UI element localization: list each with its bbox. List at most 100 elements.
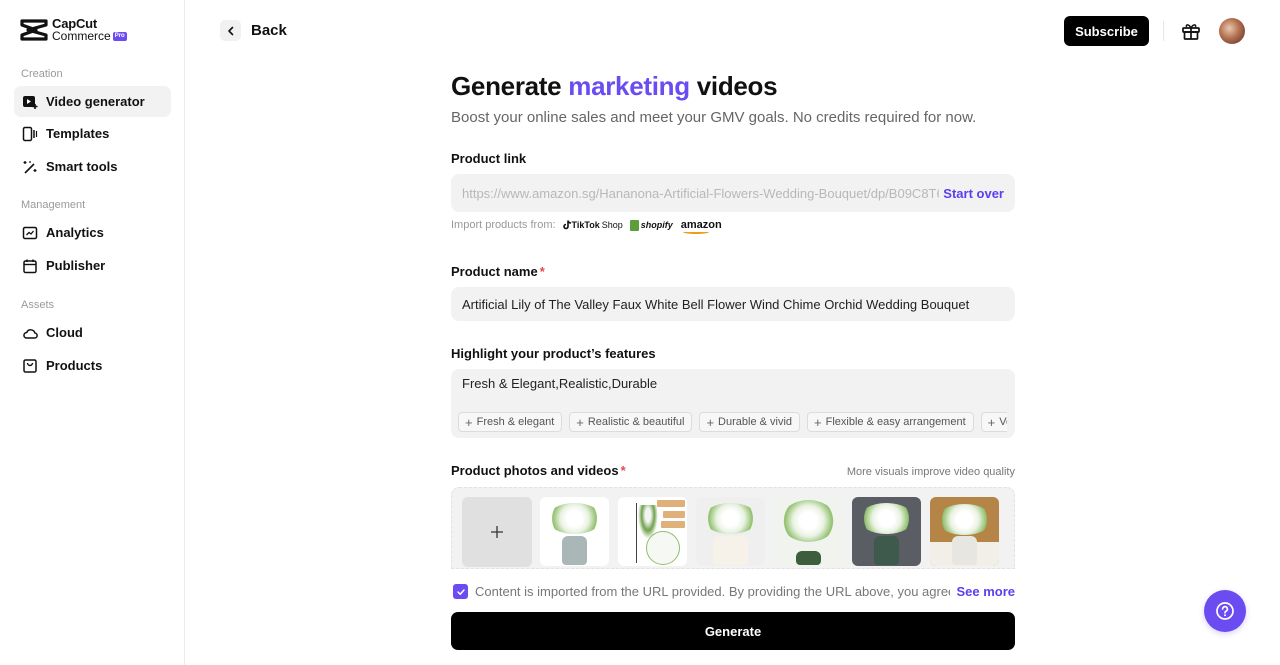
shopify-bag-icon xyxy=(629,219,639,231)
cloud-icon xyxy=(22,325,38,341)
consent-row: Content is imported from the URL provide… xyxy=(451,584,1015,599)
feature-chip[interactable]: + Fresh & elegant xyxy=(458,412,563,432)
analytics-icon xyxy=(22,225,38,241)
title-suffix: videos xyxy=(689,71,778,101)
title-accent: marketing xyxy=(568,71,690,101)
logo[interactable]: CapCut Commerce Pro xyxy=(20,17,127,42)
tiktok-shop-label: Shop xyxy=(601,220,623,230)
chip-label: Flexible & easy arrangement xyxy=(825,416,966,428)
feature-chip[interactable]: + Durable & vivid xyxy=(699,412,801,432)
logo-subtitle: Commerce Pro xyxy=(52,30,127,42)
product-link-value[interactable]: https://www.amazon.sg/Hananona-Artificia… xyxy=(462,186,939,201)
shopify-logo[interactable]: shopify xyxy=(629,219,673,231)
capcut-logo-icon xyxy=(20,19,48,41)
sidebar-item-label: Templates xyxy=(46,126,110,141)
page-title: Generate marketing videos xyxy=(451,71,778,102)
consent-checkbox[interactable] xyxy=(453,584,468,599)
product-name-input[interactable]: Artificial Lily of The Valley Faux White… xyxy=(451,287,1015,321)
import-sources: Import products from: TikTok Shop shopify… xyxy=(451,219,722,234)
chevron-left-icon xyxy=(227,26,233,35)
sidebar-item-label: Products xyxy=(46,358,103,373)
chip-label: Durable & vivid xyxy=(718,416,793,428)
stem-graphic xyxy=(636,503,637,563)
video-plus-icon xyxy=(22,94,38,110)
sidebar-item-templates[interactable]: Templates xyxy=(14,118,171,149)
vase-graphic xyxy=(796,550,821,565)
media-thumbnail[interactable] xyxy=(540,497,609,566)
logo-commerce: Commerce xyxy=(52,29,111,43)
page-subtitle: Boost your online sales and meet your GM… xyxy=(451,109,977,126)
section-label-management: Management xyxy=(21,199,86,211)
sidebar-item-video-generator[interactable]: Video generator xyxy=(14,86,171,117)
gift-icon[interactable] xyxy=(1181,21,1201,41)
logo-text: CapCut Commerce Pro xyxy=(52,17,127,42)
plus-icon: + xyxy=(465,414,473,430)
checkmark-icon xyxy=(456,588,465,595)
vase-graphic xyxy=(874,535,899,565)
sidebar-item-cloud[interactable]: Cloud xyxy=(14,317,171,348)
flowers-graphic xyxy=(858,502,915,534)
pro-badge: Pro xyxy=(112,31,127,41)
feature-chip[interactable]: + Flexible & easy arrangement xyxy=(807,412,974,432)
vase-graphic xyxy=(952,535,977,565)
sidebar-item-label: Smart tools xyxy=(46,159,118,174)
sidebar-item-publisher[interactable]: Publisher xyxy=(14,250,171,281)
media-thumbnail[interactable] xyxy=(696,497,765,566)
card-graphic xyxy=(713,535,748,565)
product-link-input[interactable]: https://www.amazon.sg/Hananona-Artificia… xyxy=(451,174,1015,212)
feature-chip[interactable]: + Realistic & beautiful xyxy=(569,412,693,432)
user-avatar[interactable] xyxy=(1219,18,1245,44)
product-name-label-text: Product name xyxy=(451,264,538,279)
sidebar-item-analytics[interactable]: Analytics xyxy=(14,217,171,248)
sidebar-item-products[interactable]: Products xyxy=(14,350,171,381)
chip-label: Fresh & elegant xyxy=(476,416,555,428)
feature-chip[interactable]: +Versatile xyxy=(980,412,1007,432)
sidebar-item-label: Cloud xyxy=(46,325,83,340)
features-value[interactable]: Fresh & Elegant,Realistic,Durable xyxy=(462,376,1004,391)
infographic-tag xyxy=(661,521,685,528)
upload-media-button[interactable] xyxy=(462,497,532,567)
zoom-circle-graphic xyxy=(646,531,680,565)
help-icon xyxy=(1216,602,1234,620)
chip-label: Realistic & beautiful xyxy=(587,416,685,428)
amazon-smile-icon xyxy=(682,230,709,234)
tiktok-label: TikTok xyxy=(571,220,600,230)
sidebar-item-label: Publisher xyxy=(46,258,106,273)
help-button[interactable] xyxy=(1204,590,1246,632)
media-label: Product photos and videos * xyxy=(451,463,626,478)
chip-label: Versatile xyxy=(999,416,1007,428)
flowers-graphic xyxy=(936,503,993,535)
flowers-graphic xyxy=(546,502,603,534)
start-over-button[interactable]: Start over xyxy=(943,186,1004,201)
features-textarea[interactable]: Fresh & Elegant,Realistic,Durable + Fresh… xyxy=(451,369,1015,438)
magic-wand-icon xyxy=(22,159,38,175)
subscribe-button[interactable]: Subscribe xyxy=(1064,16,1149,46)
products-icon xyxy=(22,358,38,374)
see-more-link[interactable]: See more xyxy=(956,584,1015,599)
vase-graphic xyxy=(562,535,587,565)
media-thumbnail[interactable] xyxy=(930,497,999,566)
product-link-label: Product link xyxy=(451,151,527,166)
topbar-divider xyxy=(1163,21,1164,41)
media-hint: More visuals improve video quality xyxy=(846,466,1015,478)
required-mark: * xyxy=(539,264,545,279)
templates-icon xyxy=(22,126,38,142)
title-prefix: Generate xyxy=(451,71,569,101)
media-label-text: Product photos and videos xyxy=(451,463,619,478)
sidebar-item-label: Video generator xyxy=(46,94,145,109)
amazon-logo[interactable]: amazon xyxy=(681,219,722,234)
infographic-tag xyxy=(657,500,685,507)
back-button[interactable] xyxy=(220,20,241,41)
tiktok-shop-logo[interactable]: TikTok Shop xyxy=(562,220,623,230)
media-thumbnail[interactable] xyxy=(618,497,687,566)
back-link[interactable]: Back xyxy=(251,22,287,39)
infographic-tag xyxy=(663,511,685,518)
media-thumbnail[interactable] xyxy=(774,497,843,566)
generate-button[interactable]: Generate xyxy=(451,612,1015,650)
sidebar-item-label: Analytics xyxy=(46,225,104,240)
sidebar-item-smart-tools[interactable]: Smart tools xyxy=(14,151,171,182)
required-mark: * xyxy=(620,463,626,478)
media-thumbnail[interactable] xyxy=(852,497,921,566)
consent-text: Content is imported from the URL provide… xyxy=(475,584,951,599)
plus-icon: + xyxy=(814,414,822,430)
